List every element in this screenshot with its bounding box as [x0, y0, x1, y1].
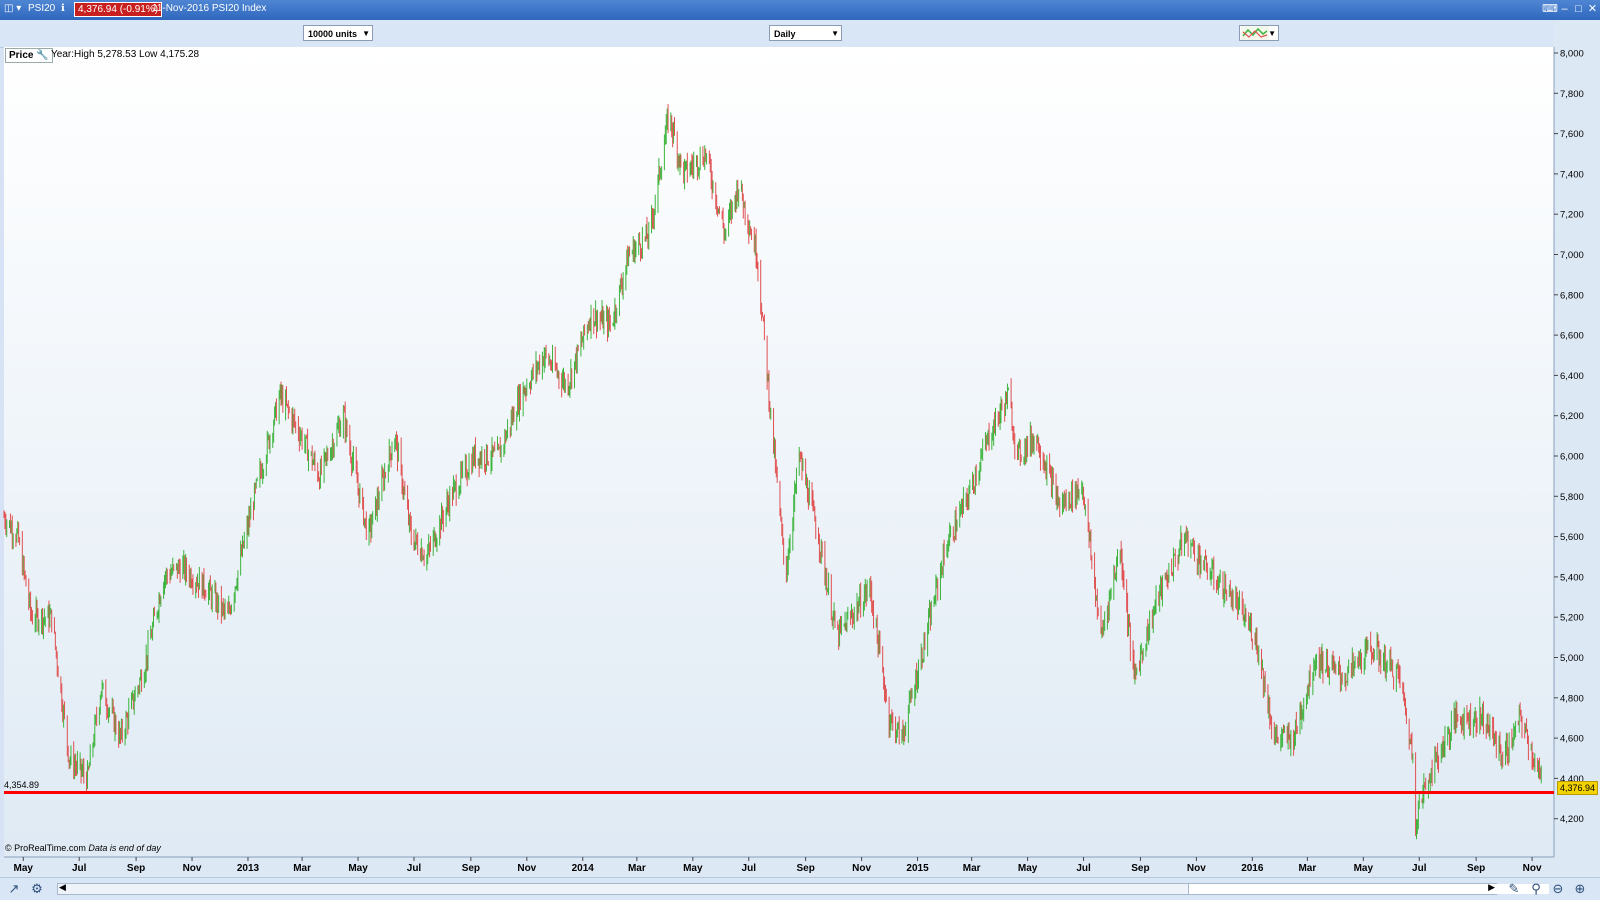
y-tick-label: 5,800: [1560, 492, 1584, 503]
data-source-note: © ProRealTime.com Data is end of day: [5, 843, 161, 853]
x-tick-label: May: [14, 863, 34, 874]
x-tick-label: 2016: [1241, 863, 1264, 874]
x-tick-label: Sep: [1131, 863, 1149, 874]
level-line-label: 4,354.89: [4, 780, 40, 790]
y-tick-label: 4,600: [1560, 734, 1584, 745]
source-text: © ProRealTime.com: [5, 843, 86, 853]
x-tick-label: May: [1354, 863, 1374, 874]
x-tick-label: Jul: [1412, 863, 1427, 874]
zoom-fit-icon[interactable]: ⚲: [1528, 881, 1544, 897]
y-tick-label: 4,200: [1560, 814, 1584, 825]
y-tick-label: 6,000: [1560, 452, 1584, 463]
zoom-out-icon[interactable]: ⊖: [1550, 881, 1566, 897]
x-tick-label: Nov: [517, 863, 536, 874]
x-tick-label: Nov: [183, 863, 202, 874]
x-tick-label: Sep: [462, 863, 480, 874]
y-tick-label: 6,200: [1560, 411, 1584, 422]
price-chart: 8,000 7,800 7,600 7,400 7,200 7,000 6,800 6,600…: [0, 20, 1600, 877]
export-icon[interactable]: ↗: [6, 881, 22, 897]
end-of-day-note: Data is end of day: [88, 843, 161, 853]
scroll-left-icon[interactable]: ◀: [59, 882, 66, 893]
price-label-button[interactable]: Price 🔧: [5, 48, 53, 63]
x-tick-label: 2014: [572, 863, 595, 874]
x-tick-label: Mar: [628, 863, 646, 874]
x-tick-label: Nov: [852, 863, 871, 874]
y-tick-label: 5,000: [1560, 653, 1584, 664]
draw-tool-icon[interactable]: ✎: [1506, 881, 1522, 897]
horizontal-scrollbar[interactable]: ◀ ▶: [57, 882, 1549, 895]
y-tick-label: 7,400: [1560, 169, 1584, 180]
indicators-icon[interactable]: ⚙: [25, 881, 49, 897]
x-tick-label: May: [683, 863, 703, 874]
x-tick-label: Mar: [293, 863, 311, 874]
price-label-text: Price: [9, 50, 34, 61]
wrench-icon[interactable]: 🔧: [36, 50, 48, 61]
x-tick-label: Nov: [1187, 863, 1206, 874]
y-tick-label: 6,800: [1560, 290, 1584, 301]
y-tick-label: 6,600: [1560, 331, 1584, 342]
x-tick-label: Sep: [796, 863, 814, 874]
x-tick-label: Jul: [742, 863, 757, 874]
bottom-bar: ↗ ⚙ ◀ ▶ ✎ ⚲ ⊖ ⊕: [0, 877, 1600, 900]
x-tick-label: Mar: [1298, 863, 1316, 874]
y-tick-label: 5,400: [1560, 572, 1584, 583]
zoom-in-icon[interactable]: ⊕: [1572, 881, 1588, 897]
y-tick-label: 5,600: [1560, 532, 1584, 543]
y-tick-label: 7,600: [1560, 129, 1584, 140]
x-tick-label: Jul: [407, 863, 422, 874]
x-tick-label: 2015: [906, 863, 929, 874]
scroll-right-icon[interactable]: ▶: [1488, 882, 1495, 893]
y-tick-label: 6,400: [1560, 371, 1584, 382]
x-tick-label: Sep: [1467, 863, 1485, 874]
x-tick-label: May: [348, 863, 368, 874]
y-tick-label: 4,800: [1560, 693, 1584, 704]
year-high-low: Year:High 5,278.53 Low 4,175.28: [51, 49, 200, 60]
x-tick-label: Mar: [963, 863, 981, 874]
y-tick-label: 7,000: [1560, 250, 1584, 261]
y-tick-label: 7,200: [1560, 210, 1584, 221]
x-tick-label: Nov: [1523, 863, 1542, 874]
last-price-badge: 4,376.94: [1557, 781, 1599, 795]
x-tick-label: Sep: [127, 863, 145, 874]
y-tick-label: 8,000: [1560, 49, 1584, 60]
x-tick-label: Jul: [1076, 863, 1091, 874]
y-tick-label: 7,800: [1560, 89, 1584, 100]
x-tick-label: 2013: [237, 863, 260, 874]
app-window: ◫ ▾ PSI20 ℹ 4,376.94 (-0.91%) 11-Nov-201…: [0, 0, 1600, 900]
y-tick-label: 5,200: [1560, 613, 1584, 624]
x-tick-label: Jul: [72, 863, 87, 874]
y-axis-panel: [1554, 20, 1600, 857]
x-tick-label: May: [1018, 863, 1038, 874]
